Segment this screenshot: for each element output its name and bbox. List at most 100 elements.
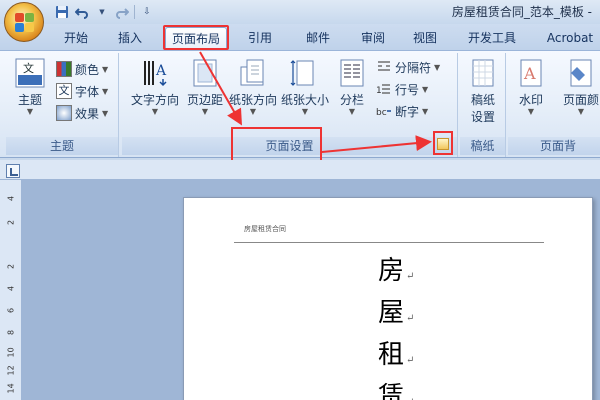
- svg-text:bc: bc: [376, 108, 387, 118]
- manuscript-settings-button[interactable]: 稿纸 设置: [464, 57, 502, 125]
- tab-home[interactable]: 开始: [55, 27, 97, 49]
- chevron-down-icon: ▼: [301, 107, 309, 116]
- tab-acrobat[interactable]: Acrobat: [540, 27, 600, 49]
- themes-button[interactable]: 文 主题 ▼: [10, 57, 50, 116]
- page-color-label: 页面颜: [562, 93, 599, 107]
- window-title: 房屋租赁合同_范本_模板 -: [451, 5, 592, 19]
- breaks-icon: [378, 61, 390, 71]
- margins-label: 页边距: [186, 93, 223, 107]
- tab-mailings[interactable]: 邮件: [296, 27, 340, 49]
- chevron-down-icon: ▼: [249, 107, 257, 116]
- themes-group: 文 主题 ▼ 颜色 ▼ 文 字体 ▼ 效果 ▼ 主题: [6, 53, 119, 157]
- save-icon[interactable]: [54, 4, 70, 20]
- palette-icon: [56, 61, 72, 77]
- breaks-button[interactable]: 分隔符 ▼: [376, 57, 440, 77]
- page-color-button[interactable]: 页面颜 ▼: [554, 57, 600, 116]
- columns-icon: [340, 59, 364, 87]
- manuscript-label-2: 设置: [470, 110, 495, 124]
- tab-selector-icon[interactable]: [6, 164, 20, 178]
- hyphenation-icon: bc: [376, 108, 391, 118]
- chevron-down-icon[interactable]: ▼: [94, 4, 110, 20]
- orientation-label: 纸张方向: [228, 93, 277, 107]
- tab-references[interactable]: 引用: [240, 27, 280, 49]
- chevron-down-icon: ▼: [527, 107, 535, 116]
- chevron-down-icon: ▼: [422, 84, 429, 94]
- customize-icon[interactable]: ⇩: [139, 4, 155, 20]
- size-button[interactable]: 纸张大小 ▼: [278, 57, 332, 116]
- svg-text:A: A: [523, 64, 536, 83]
- themes-label: 主题: [17, 93, 42, 107]
- redo-icon[interactable]: [114, 4, 130, 20]
- title-char: 屋 ↵: [378, 298, 415, 328]
- text-direction-label: 文字方向: [130, 93, 179, 107]
- themes-group-label: 主题: [6, 137, 118, 155]
- tab-highlight-box: [163, 25, 229, 50]
- margins-icon: [193, 59, 217, 87]
- chevron-down-icon: ▼: [102, 64, 109, 74]
- office-logo-icon: [15, 13, 35, 33]
- line-numbers-button[interactable]: 1 行号 ▼: [376, 79, 428, 99]
- ruler-number: 4: [6, 285, 16, 292]
- tab-view[interactable]: 视图: [404, 27, 446, 49]
- manuscript-group: 稿纸 设置 稿纸: [460, 53, 506, 157]
- document-page[interactable]: 房屋租赁合同 房↵ 屋↵ 租↵ 赁↵: [183, 197, 593, 400]
- size-icon: [290, 60, 314, 86]
- qat-divider: [134, 5, 135, 19]
- title-char: 赁↵: [378, 382, 414, 400]
- themes-icon: 文: [15, 58, 45, 88]
- manuscript-icon: [472, 59, 494, 87]
- ruler-number: 6: [6, 307, 16, 314]
- columns-label: 分栏: [339, 93, 364, 107]
- font-icon: 文: [56, 83, 72, 99]
- columns-button[interactable]: 分栏 ▼: [334, 57, 370, 116]
- chevron-down-icon: ▼: [201, 107, 209, 116]
- theme-effects-button[interactable]: 效果 ▼: [56, 103, 108, 123]
- title-char: 房 ↵: [378, 256, 415, 286]
- ruler-number: 4: [6, 195, 16, 202]
- tab-insert[interactable]: 插入: [110, 27, 150, 49]
- chevron-down-icon: ▼: [102, 86, 109, 96]
- page-background-group-label: 页面背: [508, 137, 600, 155]
- theme-fonts-button[interactable]: 文 字体 ▼: [56, 81, 108, 101]
- quick-access-toolbar: ▼ ⇩: [54, 3, 155, 21]
- effects-icon: [56, 105, 72, 121]
- watermark-icon: A: [520, 59, 542, 87]
- theme-colors-button[interactable]: 颜色 ▼: [56, 59, 108, 79]
- ruler-number: 10: [6, 347, 16, 358]
- ruler-number: 14: [6, 383, 16, 394]
- chevron-down-icon: ▼: [151, 107, 159, 116]
- tab-developer[interactable]: 开发工具: [458, 27, 526, 49]
- ruler-number: 2: [6, 219, 16, 226]
- page-background-group: A 水印 ▼ 页面颜 ▼ 页面背: [508, 53, 600, 157]
- orientation-button[interactable]: 纸张方向 ▼: [228, 57, 278, 116]
- header-divider: [234, 242, 544, 243]
- margins-button[interactable]: 页边距 ▼: [182, 57, 228, 116]
- tab-review[interactable]: 审阅: [352, 27, 394, 49]
- office-button[interactable]: [4, 2, 44, 42]
- manuscript-label-1: 稿纸: [470, 93, 495, 107]
- horizontal-ruler[interactable]: [0, 160, 600, 180]
- svg-text:文: 文: [23, 61, 34, 75]
- watermark-label: 水印: [518, 93, 543, 107]
- chevron-down-icon: ▼: [577, 107, 585, 116]
- page-color-icon: [570, 59, 592, 87]
- svg-text:1: 1: [376, 86, 382, 96]
- svg-text:A: A: [155, 63, 167, 79]
- orientation-icon: [240, 59, 264, 86]
- chevron-down-icon: ▼: [348, 107, 356, 116]
- manuscript-group-label: 稿纸: [460, 137, 505, 155]
- text-direction-icon: A: [144, 61, 167, 87]
- hyphenation-button[interactable]: bc 断字 ▼: [376, 101, 428, 121]
- vertical-ruler[interactable]: 4 2 2 4 6 8 10 12 14: [0, 180, 22, 400]
- ruler-number: 8: [6, 329, 16, 336]
- text-direction-button[interactable]: A 文字方向 ▼: [128, 57, 182, 116]
- ruler-number: 12: [6, 365, 16, 376]
- line-numbers-icon: 1: [376, 84, 390, 96]
- ruler-number: 2: [6, 263, 16, 270]
- watermark-button[interactable]: A 水印 ▼: [514, 57, 548, 116]
- chevron-down-icon: ▼: [422, 106, 429, 116]
- chevron-down-icon: ▼: [102, 108, 109, 118]
- chevron-down-icon: ▼: [434, 62, 441, 72]
- undo-icon[interactable]: [74, 4, 90, 20]
- launcher-highlight-box: [433, 131, 453, 155]
